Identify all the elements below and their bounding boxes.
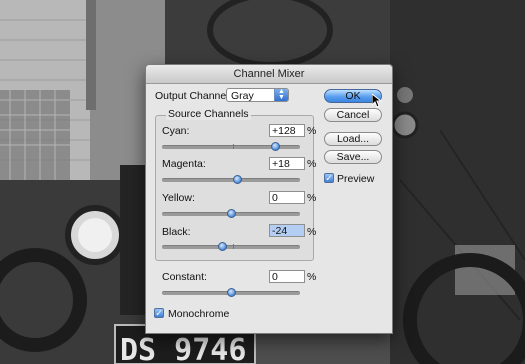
save-button[interactable]: Save... (324, 150, 382, 164)
cyan-label: Cyan: (162, 125, 190, 137)
monochrome-checkbox[interactable]: ✓ (154, 308, 164, 318)
magenta-label: Magenta: (162, 158, 206, 170)
cyan-input[interactable]: +128 (269, 124, 305, 137)
black-input[interactable]: -24 (269, 224, 305, 237)
cyan-percent: % (307, 125, 317, 137)
magenta-slider-track[interactable] (162, 178, 300, 182)
constant-label: Constant: (162, 271, 207, 283)
license-plate-text: DS 9746 (120, 333, 246, 364)
magenta-input[interactable]: +18 (269, 157, 305, 170)
cancel-button[interactable]: Cancel (324, 108, 382, 122)
cyan-center-tick (233, 144, 234, 149)
magenta-percent: % (307, 158, 317, 170)
black-percent: % (307, 226, 317, 238)
constant-input[interactable]: 0 (269, 270, 305, 283)
output-channel-label: Output Channel: (155, 90, 232, 102)
mouse-cursor-icon (372, 94, 382, 108)
load-button[interactable]: Load... (324, 132, 382, 146)
constant-slider-thumb[interactable] (226, 288, 236, 297)
source-channels-label: Source Channels (166, 108, 251, 120)
monochrome-label: Monochrome (168, 308, 230, 320)
yellow-slider-thumb[interactable] (226, 209, 236, 218)
black-label: Black: (162, 226, 191, 238)
channel-mixer-dialog: Channel Mixer Output Channel: Gray ▲ ▼ So… (145, 64, 393, 334)
dialog-title: Channel Mixer (146, 65, 392, 84)
preview-checkbox[interactable]: ✓ (324, 173, 334, 183)
constant-percent: % (307, 271, 317, 283)
select-arrows-icon: ▲ ▼ (274, 88, 288, 101)
yellow-label: Yellow: (162, 192, 195, 204)
cyan-slider-thumb[interactable] (270, 142, 280, 151)
output-channel-value: Gray (231, 90, 254, 102)
yellow-input[interactable]: 0 (269, 191, 305, 204)
black-slider-track[interactable] (162, 245, 300, 249)
yellow-percent: % (307, 192, 317, 204)
black-center-tick (233, 244, 234, 249)
output-channel-select[interactable]: Gray ▲ ▼ (226, 88, 289, 102)
preview-label: Preview (337, 173, 375, 185)
